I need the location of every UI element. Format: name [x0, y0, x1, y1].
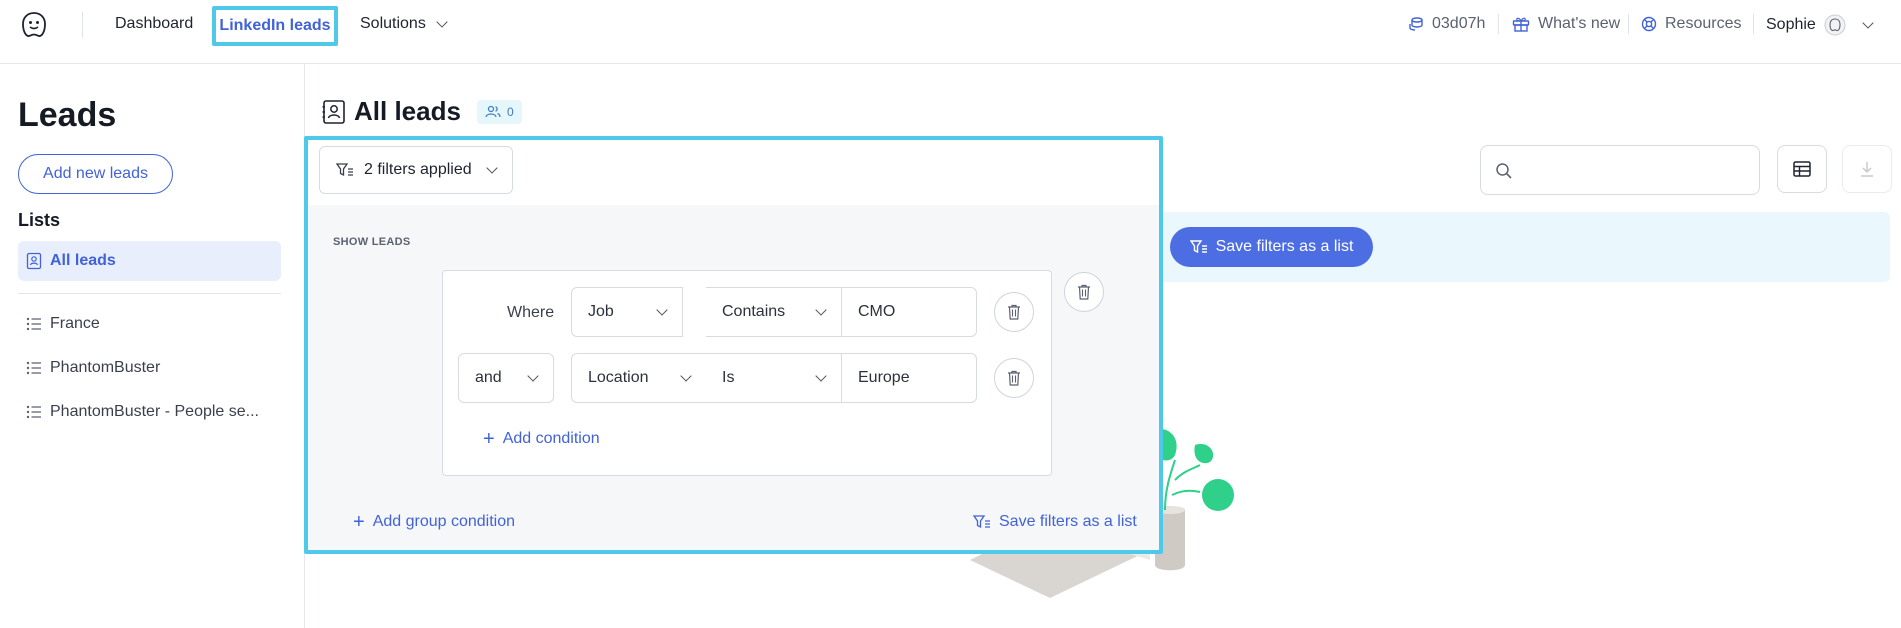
chevron-down-icon: [815, 370, 827, 382]
download-button[interactable]: [1842, 145, 1892, 193]
divider: [82, 12, 83, 38]
save-filters-label: Save filters as a list: [1215, 238, 1354, 255]
add-condition-label: Add condition: [502, 430, 600, 447]
connector-select-value: and: [475, 369, 502, 386]
download-icon: [1861, 162, 1873, 177]
lead-count: 0: [506, 104, 514, 119]
gift-icon: [1512, 17, 1530, 32]
condition-group: Where Job Contains CMO and Location Is E…: [442, 270, 1052, 476]
resources-label: Resources: [1665, 15, 1742, 32]
list-icon: [26, 405, 41, 419]
operator-select-value: Contains: [722, 303, 786, 320]
trash-icon: [1008, 304, 1020, 320]
divider: [1753, 14, 1754, 34]
avatar-icon: [1824, 14, 1846, 36]
filter-panel: 2 filters applied SHOW LEADS Where Job C…: [304, 136, 1163, 554]
nav-solutions-label: Solutions: [360, 15, 426, 32]
search-input[interactable]: [1480, 145, 1760, 195]
divider: [1498, 14, 1499, 34]
contact-card-icon: [322, 99, 345, 124]
field-select[interactable]: Location: [571, 353, 707, 403]
sidebar: Leads Add new leads Lists All leads Fran…: [0, 64, 305, 628]
operator-select-value: Is: [722, 369, 735, 386]
save-filters-link[interactable]: Save filters as a list: [973, 513, 1137, 531]
filters-applied-label: 2 filters applied: [364, 161, 472, 178]
delete-condition-button[interactable]: [994, 358, 1034, 398]
field-select[interactable]: Job: [571, 287, 683, 337]
ghost-logo-icon[interactable]: [19, 10, 49, 40]
add-new-leads-button[interactable]: Add new leads: [18, 154, 173, 194]
chevron-down-icon: [527, 370, 539, 382]
sidebar-item-label: France: [50, 315, 100, 332]
whats-new-label: What's new: [1538, 15, 1621, 32]
trash-icon: [1078, 284, 1090, 300]
user-name: Sophie: [1766, 16, 1816, 33]
nav-solutions[interactable]: Solutions: [360, 14, 448, 34]
sidebar-item-label: PhantomBuster: [50, 359, 161, 376]
user-menu[interactable]: Sophie: [1766, 14, 1874, 36]
sidebar-item-label: All leads: [50, 252, 116, 269]
divider: [1628, 14, 1629, 34]
table-icon: [1793, 161, 1811, 177]
value-input[interactable]: Europe: [841, 353, 977, 403]
sidebar-item-phantombuster[interactable]: PhantomBuster: [26, 359, 160, 377]
operator-select[interactable]: Is: [706, 353, 842, 403]
value-input-text: Europe: [858, 369, 910, 386]
contact-card-icon: [26, 252, 42, 270]
condition-connector: Where: [507, 304, 555, 321]
nav-dashboard[interactable]: Dashboard: [115, 14, 193, 34]
filter-list-icon: [1189, 240, 1207, 254]
section-label: SHOW LEADS: [333, 236, 411, 248]
filter-list-icon: [973, 515, 990, 529]
lifebuoy-icon: [1641, 16, 1657, 32]
chevron-down-icon: [485, 162, 498, 174]
sidebar-item-france[interactable]: France: [26, 315, 100, 333]
sidebar-item-all-leads[interactable]: All leads: [18, 241, 281, 281]
field-select-value: Job: [588, 303, 614, 320]
time-credit-value: 03d07h: [1432, 15, 1486, 32]
list-header: All leads 0: [322, 96, 522, 127]
people-icon: [485, 105, 501, 118]
lists-heading: Lists: [18, 210, 61, 230]
coins-icon: [1409, 17, 1423, 31]
time-credit[interactable]: 03d07h: [1408, 14, 1485, 34]
whats-new-link[interactable]: What's new: [1512, 14, 1620, 34]
field-select-value: Location: [588, 369, 649, 386]
page-title: Leads: [18, 96, 117, 134]
add-group-condition-label: Add group condition: [372, 513, 516, 530]
add-group-condition-button[interactable]: + Add group condition: [353, 511, 516, 533]
value-input[interactable]: CMO: [841, 287, 977, 337]
chevron-down-icon: [1862, 17, 1874, 29]
chevron-down-icon: [680, 370, 692, 382]
chevron-down-icon: [815, 304, 827, 316]
filters-applied-dropdown[interactable]: 2 filters applied: [319, 146, 513, 194]
delete-condition-button[interactable]: [994, 292, 1034, 332]
save-filters-as-list-button[interactable]: Save filters as a list: [1170, 227, 1373, 267]
delete-group-button[interactable]: [1064, 272, 1104, 312]
list-title: All leads: [354, 96, 461, 126]
add-condition-button[interactable]: + Add condition: [483, 428, 600, 450]
resources-link[interactable]: Resources: [1641, 14, 1741, 34]
save-filters-link-label: Save filters as a list: [999, 513, 1137, 530]
nav-linkedin-leads[interactable]: LinkedIn leads: [212, 6, 338, 46]
connector-select[interactable]: and: [458, 353, 554, 403]
chevron-down-icon: [656, 304, 668, 316]
search-icon: [1496, 163, 1512, 179]
chevron-down-icon: [436, 16, 448, 28]
divider: [18, 293, 281, 294]
list-icon: [26, 317, 41, 331]
plus-icon: +: [483, 428, 495, 450]
operator-select[interactable]: Contains: [706, 287, 842, 337]
sidebar-item-phantombuster-people-search[interactable]: PhantomBuster - People se...: [26, 403, 259, 421]
sidebar-item-label: PhantomBuster - People se...: [50, 403, 259, 420]
top-bar: Dashboard LinkedIn leads Solutions 03d07…: [0, 0, 1901, 64]
list-icon: [26, 361, 41, 375]
trash-icon: [1008, 370, 1020, 386]
plus-icon: +: [353, 511, 365, 533]
table-view-button[interactable]: [1777, 145, 1827, 193]
value-input-text: CMO: [858, 303, 896, 320]
filter-list-icon: [336, 163, 353, 177]
lead-count-badge: 0: [476, 99, 522, 124]
nav-linkedin-leads-label: LinkedIn leads: [219, 17, 331, 34]
